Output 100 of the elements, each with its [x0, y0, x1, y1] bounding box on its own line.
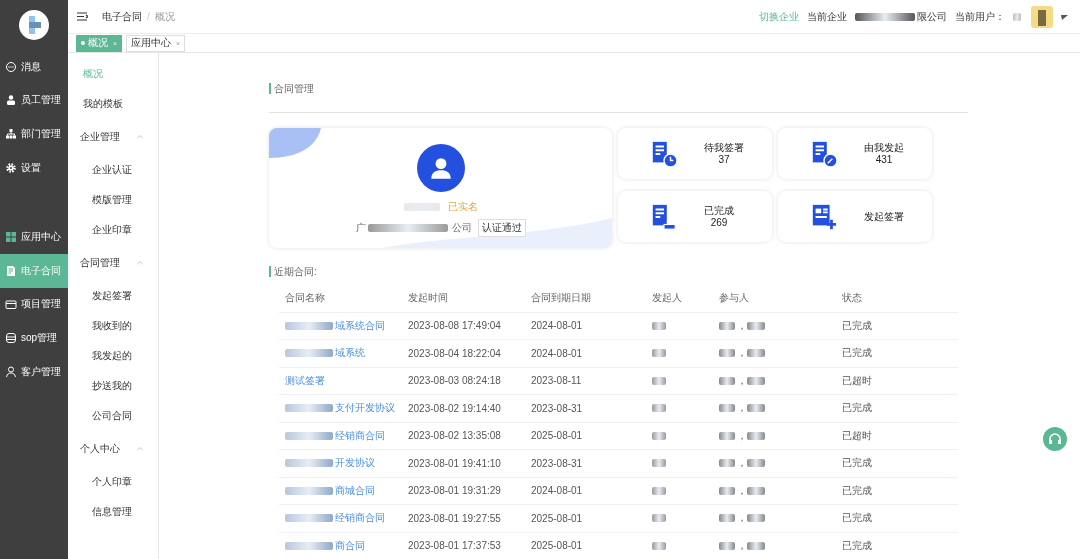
table-cell-text: 2023-08-02 19:14:40: [407, 402, 502, 414]
nav-item[interactable]: 项目管理: [0, 287, 68, 322]
contract-link[interactable]: 支付开发协议: [335, 401, 395, 416]
table-cell-text: 2025-08-01: [530, 540, 584, 552]
stat-card[interactable]: 由我发起 431: [778, 128, 932, 179]
blurred-text: [652, 431, 666, 440]
nav-item[interactable]: sop管理: [0, 321, 68, 355]
table-cell-text: 2023-08-08 17:49:04: [407, 320, 502, 332]
blurred-text: [747, 431, 765, 440]
blurred-text: [719, 541, 735, 550]
table-cell-text: 2023-08-03 08:24:18: [407, 375, 502, 387]
separator-text: ，: [737, 318, 747, 333]
blurred-text: [747, 514, 765, 523]
table-cell-text: 2023-08-04 18:22:04: [407, 347, 502, 359]
document-clock-icon: [650, 139, 678, 168]
nav-item[interactable]: 部门管理: [0, 117, 68, 151]
table-cell-text: 2023-08-01 17:37:53: [407, 540, 502, 552]
table-cell-text: 2023-08-02 13:35:08: [407, 430, 502, 442]
contract-link[interactable]: 经销商合同: [335, 511, 385, 526]
contract-link[interactable]: 商城合同: [335, 483, 375, 498]
submenu-item[interactable]: 企业印章: [68, 215, 158, 245]
submenu-group[interactable]: 合同管理: [68, 256, 120, 270]
submenu-group[interactable]: 个人中心: [68, 442, 120, 456]
blurred-text: [855, 12, 915, 21]
contract-link[interactable]: 域系统合同: [335, 318, 385, 333]
column-header: 参与人: [718, 291, 750, 306]
nav-item[interactable]: 消息: [0, 50, 68, 84]
user-avatar: [416, 144, 465, 192]
breadcrumb-item[interactable]: 电子合同: [102, 9, 142, 24]
table-cell-text: 2024-08-01: [530, 347, 584, 359]
grid-icon: [5, 231, 17, 244]
menu-icon[interactable]: [77, 12, 88, 21]
blurred-text: [719, 514, 735, 523]
submenu-item[interactable]: 我发起的: [68, 341, 158, 371]
blurred-text: [652, 514, 666, 523]
nav-item[interactable]: 客户管理: [0, 354, 68, 389]
column-header: 状态: [841, 291, 863, 306]
stat-label: 待我签署: [704, 141, 744, 154]
chat-icon: [5, 60, 17, 73]
blurred-text: [719, 376, 735, 385]
org-chart-icon: [5, 128, 17, 140]
separator-text: ，: [737, 401, 747, 416]
contract-link[interactable]: 域系统: [335, 346, 365, 361]
contract-link[interactable]: 开发协议: [335, 456, 375, 471]
submenu-item[interactable]: 发起签署: [68, 281, 158, 311]
table-cell-text: 已完成: [841, 538, 873, 553]
table-cell-text: 2023-08-01 19:31:29: [407, 485, 502, 497]
stat-card[interactable]: 已完成 269: [618, 191, 772, 242]
dropdown-icon[interactable]: [1061, 13, 1068, 20]
contract-link[interactable]: 测试签署: [285, 373, 325, 388]
company-suffix: 公司: [451, 221, 472, 235]
submenu-item[interactable]: 抄送我的: [68, 371, 158, 401]
contract-link[interactable]: 商合同: [335, 538, 365, 553]
blurred-text: [719, 321, 735, 330]
table-cell-text: 已完成: [841, 318, 873, 333]
stat-count: 269: [710, 216, 728, 229]
table-cell-text: 2023-08-31: [530, 402, 584, 414]
document-add-icon: [810, 202, 838, 231]
nav-item[interactable]: 应用中心: [0, 220, 68, 254]
chevron-up-icon: [136, 259, 144, 267]
corner-shape: [269, 128, 321, 160]
company-name: 限公司: [917, 9, 947, 24]
submenu-item[interactable]: 我的模板: [68, 89, 158, 119]
submenu-item[interactable]: 信息管理: [68, 497, 158, 527]
submenu-item[interactable]: 公司合同: [68, 401, 158, 431]
user-icon: [5, 94, 17, 107]
stat-card[interactable]: 待我签署 37: [618, 128, 772, 179]
submenu-item[interactable]: 模版管理: [68, 185, 158, 215]
user-label: 当前用户：: [955, 9, 1005, 24]
separator-text: ，: [737, 511, 747, 526]
chevron-up-icon: [136, 133, 144, 141]
table-cell-text: 已完成: [841, 511, 873, 526]
contract-link[interactable]: 经销商合同: [335, 428, 385, 443]
separator-text: ，: [737, 538, 747, 553]
blurred-text: [652, 321, 666, 330]
blurred-text: [719, 404, 735, 413]
table-cell-text: 已完成: [841, 346, 873, 361]
stat-label: 已完成: [704, 204, 734, 217]
submenu-item[interactable]: 企业认证: [68, 155, 158, 185]
submenu-item[interactable]: 我收到的: [68, 311, 158, 341]
avatar[interactable]: [1031, 5, 1053, 28]
submenu-item[interactable]: 个人印章: [68, 467, 158, 497]
submenu-group[interactable]: 企业管理: [68, 130, 120, 144]
stat-card[interactable]: 发起签署: [778, 191, 932, 242]
table-cell-text: 已完成: [841, 483, 873, 498]
verified-status: 已实名: [447, 200, 478, 214]
blurred-text: [747, 541, 765, 550]
verified-badge: 认证通过: [477, 219, 526, 237]
section-title: 近期合同:: [269, 266, 968, 277]
column-header: 合同到期日期: [530, 291, 592, 306]
blurred-text: [719, 486, 735, 495]
blurred-text: [747, 349, 765, 358]
blurred-text: [747, 459, 765, 468]
blurred-text: [652, 541, 666, 550]
table-cell-text: 2024-08-01: [530, 485, 584, 497]
nav-item[interactable]: 员工管理: [0, 83, 68, 118]
nav-item[interactable]: 设置: [0, 150, 68, 185]
table-cell-text: 2023-08-01 19:41:10: [407, 457, 502, 469]
blurred-text: [719, 459, 735, 468]
column-header: 发起时间: [407, 291, 449, 306]
